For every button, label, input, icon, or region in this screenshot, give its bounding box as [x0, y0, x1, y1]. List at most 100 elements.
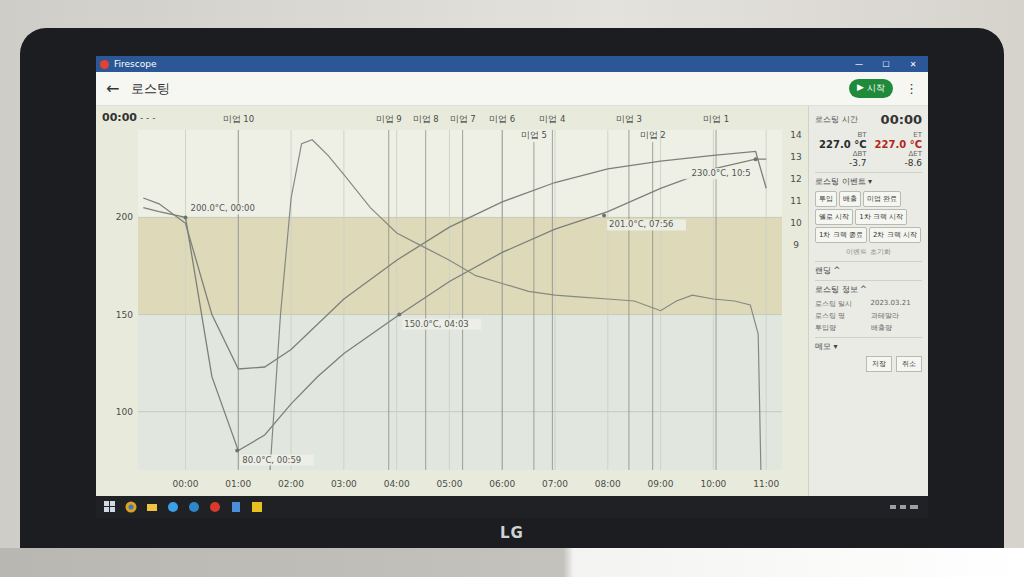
window-control[interactable]: ✕: [902, 60, 924, 69]
annotation-point: [602, 213, 606, 217]
event-button[interactable]: 1차 크랙 종료: [815, 227, 867, 243]
info-section[interactable]: 로스팅 정보 ^: [815, 280, 922, 295]
right-tick: 11: [790, 196, 801, 206]
x-tick: 01:00: [225, 479, 251, 489]
window-control[interactable]: —: [848, 60, 870, 69]
screen: Firescope — ☐ ✕ ← 로스팅 ▶ 시작 ⋮ 100 150 200 미업 1…: [96, 56, 928, 518]
laptop-base: [0, 548, 1024, 577]
events-section[interactable]: 로스팅 이벤트 ▾: [815, 172, 922, 187]
lower-band: [138, 315, 782, 470]
chart-status: - - -: [140, 113, 155, 123]
x-tick: 00:00: [173, 479, 199, 489]
event-line: [462, 130, 463, 470]
app-icon[interactable]: [188, 501, 200, 513]
notes-icon[interactable]: [251, 501, 263, 513]
event-button[interactable]: 배출: [839, 191, 861, 207]
memo-button[interactable]: 취소: [896, 356, 922, 372]
event-line: [238, 130, 239, 470]
events-reset[interactable]: 이벤트 초기화: [815, 247, 922, 257]
x-tick: 09:00: [648, 479, 674, 489]
side-panel: 로스팅 시간 00:00 BT 227.0 °C ΔBT -3.7ET 227.…: [808, 106, 928, 496]
y-tick: 150: [116, 310, 133, 320]
laptop-photo: Firescope — ☐ ✕ ← 로스팅 ▶ 시작 ⋮ 100 150 200 미업 1…: [0, 0, 1024, 577]
event-button[interactable]: 옐로 시작: [815, 209, 853, 225]
bird-icon[interactable]: [167, 501, 179, 513]
event-label: 미업 2: [640, 130, 666, 140]
menu-button[interactable]: ⋮: [905, 81, 918, 96]
taskbar: [96, 496, 928, 518]
system-tray-icon[interactable]: [890, 502, 920, 512]
event-label: 미업 4: [539, 114, 565, 124]
page-title: 로스팅: [131, 80, 170, 98]
title-bar: Firescope — ☐ ✕: [96, 56, 928, 72]
info-value: 배출량: [871, 323, 923, 333]
landing-section[interactable]: 랜딩 ^: [815, 261, 922, 276]
annotation-point: [754, 157, 758, 161]
y-tick: 100: [116, 407, 133, 417]
temperature-reading: ET 227.0 °C ΔET -8.6: [871, 131, 923, 168]
x-tick: 08:00: [595, 479, 621, 489]
info-value: 과테말라: [871, 311, 923, 321]
back-button[interactable]: ←: [106, 79, 119, 98]
bt-line: [143, 159, 766, 451]
event-line: [388, 130, 389, 470]
annotation-label: 201.0°C, 07:56: [609, 219, 673, 229]
x-tick: 04:00: [384, 479, 410, 489]
event-label: 미업 6: [489, 114, 515, 124]
memo-section[interactable]: 메모 ▾: [815, 337, 922, 352]
event-label: 미업 1: [703, 114, 729, 124]
play-icon: ▶: [857, 82, 864, 95]
laptop-bezel: Firescope — ☐ ✕ ← 로스팅 ▶ 시작 ⋮ 100 150 200 미업 1…: [20, 28, 1004, 548]
plot-area: [138, 130, 782, 470]
event-button[interactable]: 1차 크랙 시작: [855, 209, 907, 225]
right-tick: 13: [790, 152, 801, 162]
event-label: 미업 7: [450, 114, 476, 124]
event-button[interactable]: 2차 크랙 시작: [869, 227, 921, 243]
chart-clock: 00:00: [102, 111, 137, 124]
event-line: [716, 130, 717, 470]
start-button[interactable]: ▶ 시작: [849, 79, 893, 98]
event-label: 미업 8: [413, 114, 439, 124]
event-button[interactable]: 투입: [815, 191, 837, 207]
memo-button[interactable]: 저장: [866, 356, 892, 372]
x-tick: 11:00: [753, 479, 779, 489]
event-label: 미업 3: [616, 114, 642, 124]
right-tick: 9: [793, 240, 799, 250]
info-label: 투입량: [815, 323, 867, 333]
right-tick: 10: [790, 218, 802, 228]
event-line: [425, 130, 426, 470]
event-label: 미업 5: [521, 130, 547, 140]
event-button[interactable]: 미업 완료: [863, 191, 901, 207]
x-tick: 06:00: [489, 479, 515, 489]
annotation-point: [235, 449, 239, 453]
x-tick: 05:00: [436, 479, 462, 489]
firescope-taskbar-icon[interactable]: [209, 501, 221, 513]
x-tick: 02:00: [278, 479, 304, 489]
x-tick: 07:00: [542, 479, 568, 489]
timer: 로스팅 시간 00:00: [815, 112, 922, 127]
window-control[interactable]: ☐: [875, 60, 897, 69]
window-title: Firescope: [114, 59, 156, 69]
annotation-label: 150.0°C, 04:03: [404, 319, 468, 329]
y-tick: 200: [116, 212, 133, 222]
ror-line: [270, 140, 761, 470]
document-icon[interactable]: [230, 501, 242, 513]
event-label: 미업 9: [376, 114, 402, 124]
chrome-icon[interactable]: [125, 501, 137, 513]
windows-icon[interactable]: [104, 501, 116, 513]
app-header: ← 로스팅 ▶ 시작 ⋮: [96, 72, 928, 106]
annotation-point: [184, 215, 188, 219]
event-label: 미업 10: [223, 114, 255, 124]
event-line: [502, 130, 503, 470]
laptop-brand: LG: [96, 518, 928, 548]
annotation-label: 200.0°C, 00:00: [191, 203, 255, 213]
info-label: 로스팅 명: [815, 311, 867, 321]
folder-icon[interactable]: [146, 501, 158, 513]
x-tick: 10:00: [700, 479, 726, 489]
right-tick: 12: [790, 174, 801, 184]
firescope-icon: [100, 60, 109, 69]
event-line: [552, 130, 553, 470]
roast-chart: 100 150 200 미업 10 미업 9 미업 8 미업 7 미업 6 미업 5 미업 4 미업…: [96, 106, 808, 496]
x-tick: 03:00: [331, 479, 357, 489]
info-label: 로스팅 일시: [815, 299, 867, 309]
